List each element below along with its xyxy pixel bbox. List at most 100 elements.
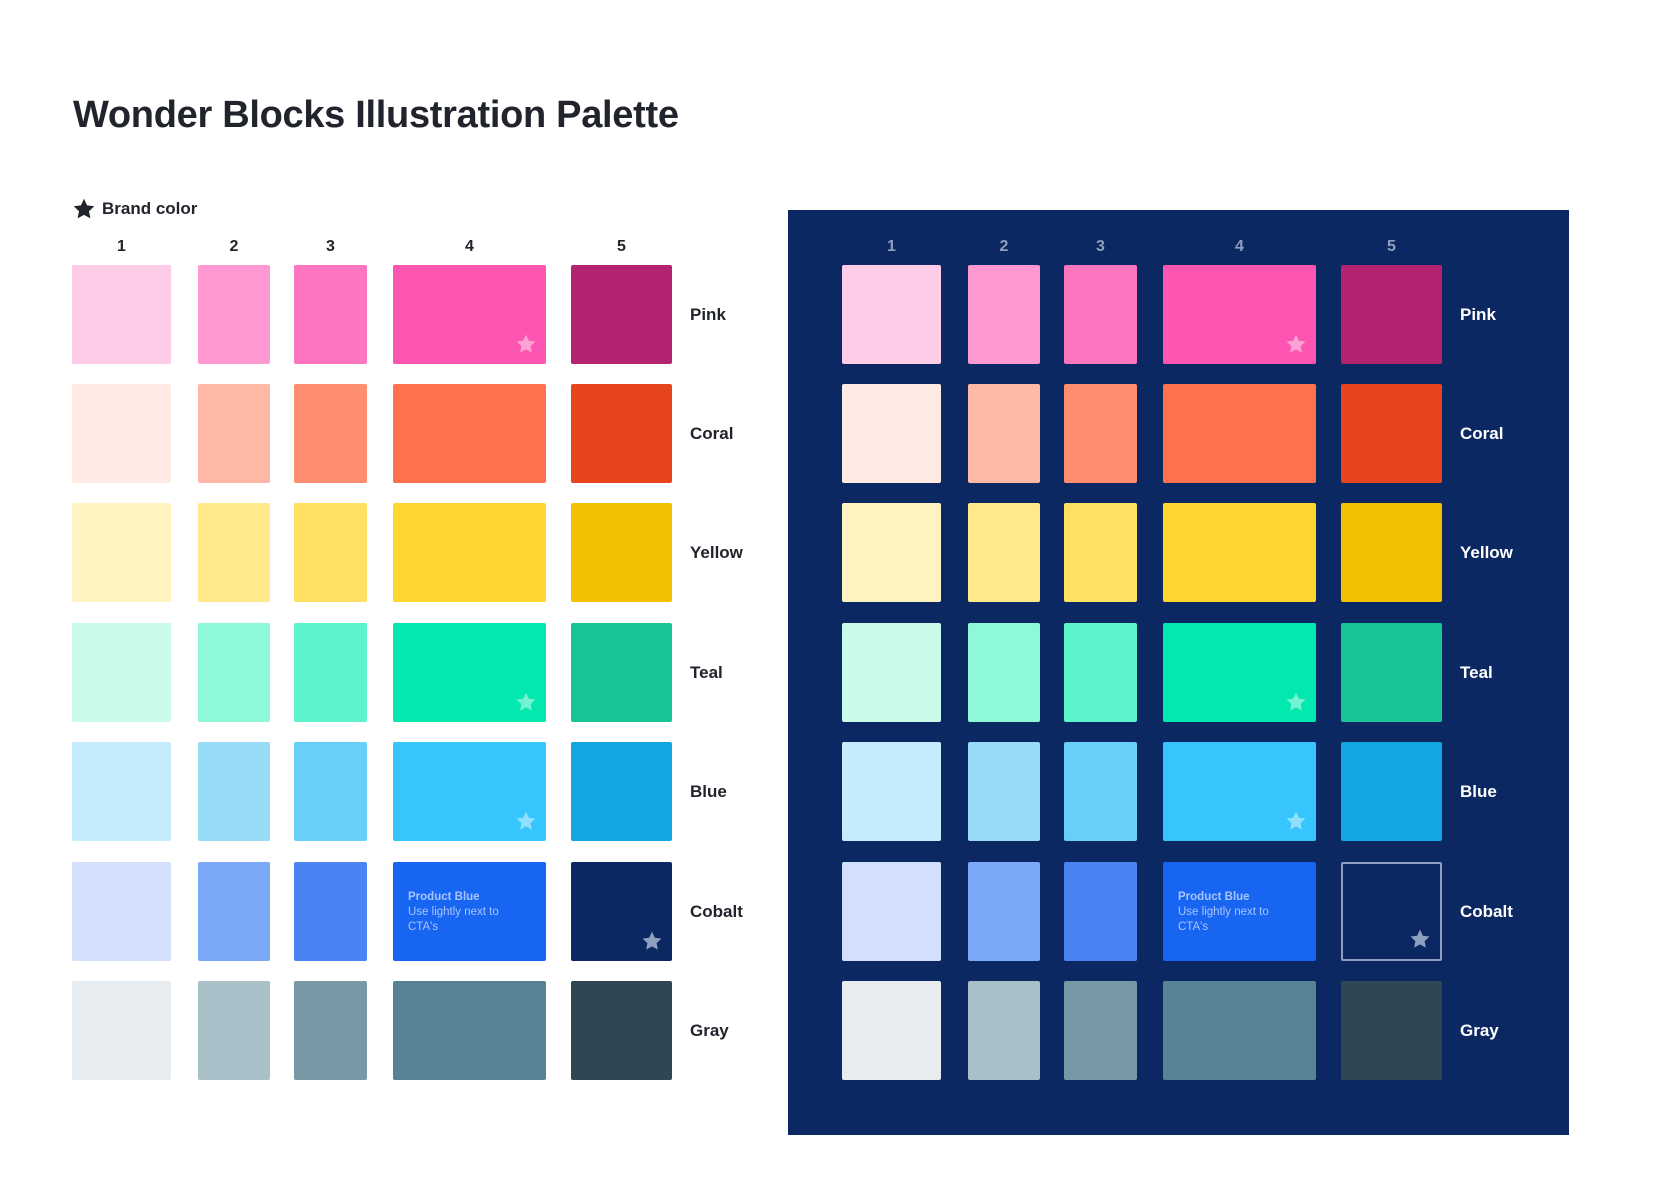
row-label-teal: Teal — [690, 662, 723, 682]
swatch-pink-4 — [393, 265, 546, 364]
swatch-teal-5 — [571, 623, 672, 722]
column-header-2: 2 — [999, 238, 1009, 255]
swatch-cobalt-2 — [198, 862, 270, 961]
swatch-pink-5 — [1341, 265, 1442, 364]
brand-star-icon — [515, 333, 537, 355]
swatch-teal-2 — [968, 623, 1040, 722]
product-blue-note-title: Product Blue — [408, 891, 480, 903]
row-label-blue: Blue — [1460, 781, 1497, 801]
swatch-yellow-2 — [198, 503, 270, 602]
swatch-blue-1 — [72, 742, 171, 841]
swatch-yellow-3 — [1064, 503, 1137, 602]
swatch-teal-1 — [842, 623, 941, 722]
swatch-yellow-2 — [968, 503, 1040, 602]
column-header-5: 5 — [1387, 238, 1396, 255]
swatch-cobalt-4: Product Blue Use lightly next to CTA's — [1163, 862, 1316, 961]
row-label-coral: Coral — [690, 423, 734, 443]
row-label-teal: Teal — [1460, 662, 1493, 682]
column-header-1: 1 — [117, 238, 126, 255]
column-header-1: 1 — [887, 238, 896, 255]
swatch-teal-4 — [393, 623, 546, 722]
swatch-gray-2 — [968, 981, 1040, 1080]
brand-star-icon — [1285, 333, 1307, 355]
product-blue-note: Product Blue Use lightly next to CTA's — [1178, 890, 1288, 935]
row-label-gray: Gray — [1460, 1020, 1499, 1040]
swatch-blue-5 — [1341, 742, 1442, 841]
swatch-cobalt-3 — [294, 862, 367, 961]
swatch-gray-3 — [1064, 981, 1137, 1080]
swatch-coral-4 — [1163, 384, 1316, 483]
column-header-3: 3 — [326, 238, 335, 255]
swatch-cobalt-4: Product Blue Use lightly next to CTA's — [393, 862, 546, 961]
brand-star-icon — [515, 810, 537, 832]
product-blue-note-body: Use lightly next to CTA's — [408, 906, 499, 933]
column-header-2: 2 — [229, 238, 239, 255]
swatch-gray-4 — [1163, 981, 1316, 1080]
swatch-gray-1 — [72, 981, 171, 1080]
swatch-teal-3 — [294, 623, 367, 722]
dark-palette-panel: 1 2 3 4 5 Pink Coral Yellow Teal Blue Product Blue… — [788, 210, 1569, 1135]
swatch-yellow-1 — [72, 503, 171, 602]
swatch-coral-3 — [294, 384, 367, 483]
swatch-pink-5 — [571, 265, 672, 364]
swatch-teal-3 — [1064, 623, 1137, 722]
swatch-coral-4 — [393, 384, 546, 483]
brand-star-icon — [641, 930, 663, 952]
swatch-coral-2 — [968, 384, 1040, 483]
swatch-coral-2 — [198, 384, 270, 483]
brand-star-icon — [1409, 928, 1431, 950]
swatch-pink-3 — [1064, 265, 1137, 364]
row-label-coral: Coral — [1460, 423, 1504, 443]
swatch-blue-3 — [1064, 742, 1137, 841]
swatch-yellow-4 — [1163, 503, 1316, 602]
swatch-coral-5 — [571, 384, 672, 483]
row-label-cobalt: Cobalt — [1460, 901, 1513, 921]
swatch-yellow-5 — [571, 503, 672, 602]
product-blue-note-title: Product Blue — [1178, 891, 1250, 903]
swatch-cobalt-2 — [968, 862, 1040, 961]
swatch-pink-4 — [1163, 265, 1316, 364]
product-blue-note: Product Blue Use lightly next to CTA's — [408, 890, 518, 935]
swatch-coral-1 — [842, 384, 941, 483]
swatch-gray-1 — [842, 981, 941, 1080]
swatch-gray-5 — [571, 981, 672, 1080]
swatch-yellow-3 — [294, 503, 367, 602]
swatch-pink-1 — [842, 265, 941, 364]
swatch-teal-4 — [1163, 623, 1316, 722]
row-label-yellow: Yellow — [690, 542, 743, 562]
row-label-blue: Blue — [690, 781, 727, 801]
swatch-gray-5 — [1341, 981, 1442, 1080]
swatch-pink-2 — [968, 265, 1040, 364]
swatch-coral-3 — [1064, 384, 1137, 483]
swatch-blue-5 — [571, 742, 672, 841]
swatch-teal-2 — [198, 623, 270, 722]
swatch-yellow-4 — [393, 503, 546, 602]
swatch-pink-3 — [294, 265, 367, 364]
row-label-pink: Pink — [1460, 304, 1496, 324]
swatch-teal-1 — [72, 623, 171, 722]
swatch-blue-2 — [968, 742, 1040, 841]
row-label-cobalt: Cobalt — [690, 901, 743, 921]
swatch-pink-1 — [72, 265, 171, 364]
swatch-cobalt-5 — [571, 862, 672, 961]
column-header-4: 4 — [1235, 238, 1244, 255]
swatch-pink-2 — [198, 265, 270, 364]
swatch-coral-1 — [72, 384, 171, 483]
swatch-teal-5 — [1341, 623, 1442, 722]
swatch-cobalt-3 — [1064, 862, 1137, 961]
swatch-gray-3 — [294, 981, 367, 1080]
brand-star-icon — [1285, 810, 1307, 832]
product-blue-note-body: Use lightly next to CTA's — [1178, 906, 1269, 933]
brand-star-icon — [1285, 691, 1307, 713]
swatch-cobalt-1 — [842, 862, 941, 961]
brand-star-icon — [515, 691, 537, 713]
swatch-yellow-1 — [842, 503, 941, 602]
swatch-gray-2 — [198, 981, 270, 1080]
swatch-blue-3 — [294, 742, 367, 841]
column-header-5: 5 — [617, 238, 626, 255]
swatch-blue-4 — [393, 742, 546, 841]
row-label-pink: Pink — [690, 304, 726, 324]
swatch-blue-1 — [842, 742, 941, 841]
swatch-gray-4 — [393, 981, 546, 1080]
row-label-yellow: Yellow — [1460, 542, 1513, 562]
